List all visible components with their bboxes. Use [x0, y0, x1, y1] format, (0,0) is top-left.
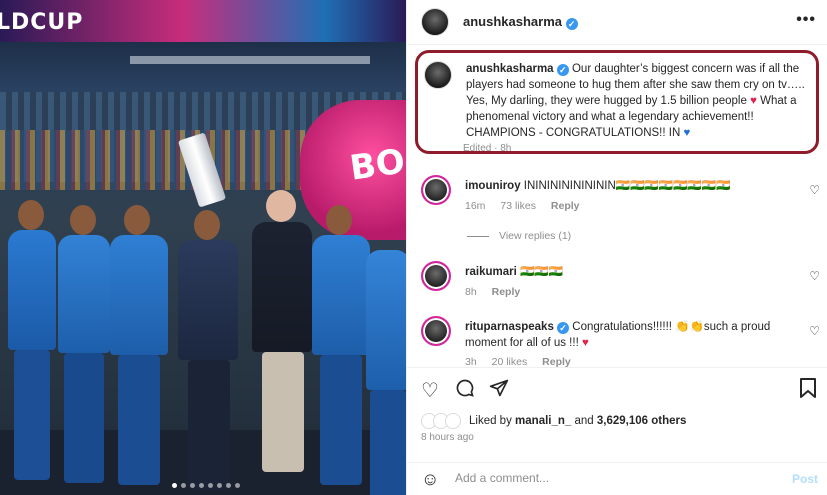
- red-heart-icon: ♥: [581, 337, 589, 349]
- post-photo[interactable]: LDCUP BO: [0, 0, 406, 495]
- emoji-icon[interactable]: ☺: [421, 469, 439, 490]
- comment-text: imouniroy ININININININININ🇮🇳🇮🇳🇮🇳🇮🇳🇮🇳🇮🇳🇮🇳…: [465, 178, 795, 194]
- comment-username[interactable]: imouniroy: [465, 180, 521, 192]
- view-replies-button[interactable]: View replies (1): [467, 230, 571, 242]
- comment-username[interactable]: raikumari: [465, 266, 517, 278]
- post-button[interactable]: Post: [792, 472, 818, 486]
- caption-username[interactable]: anushkasharma: [466, 63, 554, 75]
- caption-avatar[interactable]: [424, 61, 452, 89]
- comment-meta: 16m 73 likes Reply: [465, 200, 591, 212]
- reply-button[interactable]: Reply: [551, 200, 580, 212]
- comment-text: rituparnaspeaks ✓ Congratulations!!!!!! …: [465, 319, 795, 351]
- carousel-dot: [190, 483, 195, 488]
- comment-meta: 8h Reply: [465, 286, 532, 298]
- like-comment-heart-icon[interactable]: ♡: [809, 324, 820, 338]
- carousel-dot: [208, 483, 213, 488]
- caption-highlight: anushkasharma ✓ Our daughter’s biggest c…: [415, 50, 819, 154]
- comment-likes[interactable]: 73 likes: [500, 200, 536, 212]
- comment-body: ININININININININ🇮🇳🇮🇳🇮🇳🇮🇳🇮🇳🇮🇳🇮🇳🇮🇳: [523, 180, 731, 192]
- carousel-dots: [172, 483, 240, 488]
- comment-text: raikumari 🇮🇳🇮🇳🇮🇳: [465, 264, 795, 280]
- sign-text: BO: [347, 141, 406, 189]
- carousel-dot: [226, 483, 231, 488]
- like-heart-icon[interactable]: ♡: [421, 378, 439, 403]
- carousel-dot: [172, 483, 177, 488]
- caption-text: anushkasharma ✓ Our daughter’s biggest c…: [466, 61, 810, 141]
- carousel-dot: [181, 483, 186, 488]
- like-comment-heart-icon[interactable]: ♡: [809, 183, 820, 197]
- comment-body: 🇮🇳🇮🇳🇮🇳: [519, 266, 563, 278]
- post-actions: ♡ Liked by manali_n_ and 3,629,106 other…: [407, 367, 827, 467]
- comment-bubble-icon[interactable]: [455, 378, 475, 404]
- more-options-icon[interactable]: •••: [796, 11, 816, 29]
- comment-time: 16m: [465, 200, 486, 212]
- banner-text: LDCUP: [0, 10, 84, 35]
- carousel-dot: [199, 483, 204, 488]
- post-header: anushkasharma ✓ •••: [407, 0, 827, 45]
- blue-heart-icon: ♥: [683, 127, 691, 139]
- comment-avatar[interactable]: [421, 261, 451, 291]
- save-bookmark-icon[interactable]: [800, 378, 816, 404]
- likes-text[interactable]: Liked by manali_n_ and 3,629,106 others: [469, 415, 686, 427]
- carousel-dot: [217, 483, 222, 488]
- comment-time: 8h: [465, 286, 477, 298]
- likes-count[interactable]: 3,629,106 others: [597, 415, 687, 427]
- verified-badge-icon: ✓: [556, 64, 569, 76]
- caption-edited-time: Edited · 8h: [463, 143, 512, 154]
- add-comment-input[interactable]: [455, 471, 755, 485]
- avatar[interactable]: [421, 8, 449, 36]
- comment-avatar[interactable]: [421, 175, 451, 205]
- share-paper-plane-icon[interactable]: [489, 378, 509, 404]
- verified-badge-icon: ✓: [565, 18, 578, 30]
- like-comment-heart-icon[interactable]: ♡: [809, 269, 820, 283]
- red-heart-icon: ♥: [750, 95, 757, 107]
- stadium-roof-edge: [130, 56, 370, 64]
- likes-summary: Liked by manali_n_ and 3,629,106 others: [421, 413, 686, 429]
- liker-username[interactable]: manali_n_: [515, 415, 571, 427]
- comment-username[interactable]: rituparnaspeaks: [465, 321, 554, 333]
- post-time: 8 hours ago: [421, 432, 474, 443]
- header-username[interactable]: anushkasharma ✓: [463, 14, 578, 30]
- comment-avatar[interactable]: [421, 316, 451, 346]
- liker-avatar: [445, 413, 461, 429]
- carousel-dot: [235, 483, 240, 488]
- reply-button[interactable]: Reply: [492, 286, 521, 298]
- verified-badge-icon: ✓: [557, 322, 570, 334]
- worldcup-banner: LDCUP: [0, 0, 406, 42]
- post-sidebar: anushkasharma ✓ ••• anushkasharma ✓ Our …: [406, 0, 827, 495]
- add-comment-bar: ☺ Post: [407, 462, 827, 495]
